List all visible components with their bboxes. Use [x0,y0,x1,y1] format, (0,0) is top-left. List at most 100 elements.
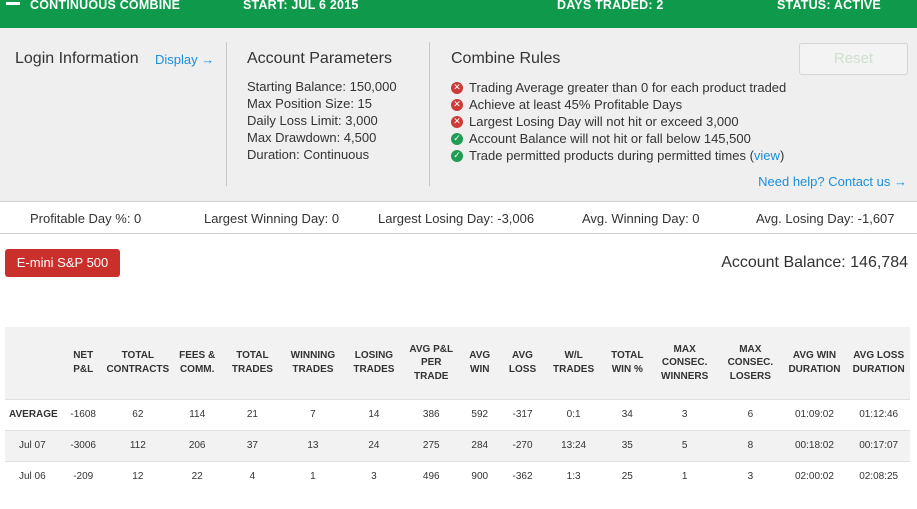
column-header: TOTAL CONTRACTS [106,350,170,375]
table-row: Jul 06 -209 12 22 4 1 3 496 900 -362 1:3… [5,460,910,492]
row-label: AVERAGE [5,398,64,430]
table-cell: 6 [719,398,782,430]
table-cell: 7 [283,398,343,430]
table-cell: 00:17:07 [847,429,910,461]
table-row: Jul 07 -3006 112 206 37 13 24 275 284 -2… [5,429,910,461]
table-cell: 34 [604,398,651,430]
table-cell: 01:09:02 [781,398,848,430]
collapse-icon[interactable] [6,2,20,5]
table-cell: 02:08:25 [847,460,910,492]
combine-title: CONTINUOUS COMBINE [30,0,181,12]
divider [226,42,227,186]
rule-text: Achieve at least 45% Profitable Days [469,97,683,112]
divider [429,42,430,186]
pass-check-icon: ✓ [451,132,463,145]
table-cell: -270 [502,429,543,461]
rule-text: Largest Losing Day will not hit or excee… [469,114,739,129]
fail-x-icon: ✕ [451,115,463,128]
table-cell: -3006 [63,429,104,461]
avg-losing-day: Avg. Losing Day: -1,607 [756,211,895,226]
table-cell: 35 [604,429,651,461]
rule-item: ✓ Trade permitted products during permit… [451,147,786,164]
table-cell: 1 [650,460,720,492]
avg-winning-day: Avg. Winning Day: 0 [582,211,700,226]
table-cell: 1 [283,460,343,492]
table-cell: 3 [650,398,720,430]
table-cell: 62 [103,398,173,430]
column-header: TOTAL TRADES [231,350,273,375]
column-header: W/L TRADES [553,350,595,375]
table-row-average: AVERAGE -1608 62 114 21 7 14 386 592 -31… [5,398,910,430]
table-cell: 284 [457,429,503,461]
contact-help-link[interactable]: Need help? Contact us → [758,174,907,189]
column-header: AVG LOSS DURATION [852,350,905,375]
rule-text: Account Balance will not hit or fall bel… [469,131,751,146]
combine-rules-list: ✕ Trading Average greater than 0 for eac… [451,79,786,164]
table-cell: 592 [457,398,503,430]
login-info-title: Login Information [15,50,139,67]
rule-text-suffix: ) [779,148,785,163]
column-header: AVG LOSS [508,350,537,375]
table-cell: 01:12:46 [847,398,910,430]
pass-check-icon: ✓ [451,149,463,162]
combine-status-bar: CONTINUOUS COMBINE START: JUL 6 2015 DAY… [0,0,917,28]
rule-text: Trading Average greater than 0 for each … [469,80,787,95]
table-cell: 386 [405,398,458,430]
column-header: AVG WIN [469,350,491,375]
start-date: START: JUL 6 2015 [243,0,359,12]
table-cell: 496 [405,460,458,492]
table-cell: 22 [172,460,222,492]
table-cell: -317 [502,398,543,430]
table-cell: 14 [342,398,406,430]
view-products-link[interactable]: view [754,147,780,164]
table-cell: 8 [719,429,782,461]
table-cell: 00:18:02 [781,429,848,461]
table-cell: 112 [103,429,173,461]
performance-table: NET P&L TOTAL CONTRACTS FEES & COMM. TOT… [5,327,910,492]
starting-balance: Starting Balance: 150,000 [247,79,397,94]
account-parameters-title: Account Parameters [247,50,392,67]
table-cell: 13 [283,429,343,461]
column-header [5,327,63,399]
daily-loss-limit: Daily Loss Limit: 3,000 [247,113,378,128]
table-cell: 02:00:02 [781,460,848,492]
table-cell: 0:1 [542,398,605,430]
status-label: STATUS: ACTIVE [777,0,881,12]
row-label: Jul 06 [5,460,64,492]
largest-losing-day: Largest Losing Day: -3,006 [378,211,535,226]
rule-item: ✕ Trading Average greater than 0 for eac… [451,79,786,96]
display-login-link[interactable]: Display → [155,52,214,67]
table-cell: 900 [457,460,503,492]
table-cell: -209 [63,460,104,492]
table-cell: 25 [604,460,651,492]
table-cell: -1608 [63,398,104,430]
rule-text: Trade permitted products during permitte… [469,148,754,163]
column-header: MAX CONSEC. LOSERS [727,343,774,382]
column-header: MAX CONSEC. WINNERS [661,343,709,382]
account-parameters-list: Starting Balance: 150,000 Max Position S… [247,78,397,163]
duration: Duration: Continuous [247,147,370,162]
table-cell: 12 [103,460,173,492]
column-header: TOTAL WIN % [611,350,644,375]
fail-x-icon: ✕ [451,81,463,94]
largest-winning-day: Largest Winning Day: 0 [204,211,340,226]
reset-button[interactable]: Reset [799,43,908,75]
account-balance: Account Balance: 146,784 [721,254,908,271]
column-header: WINNING TRADES [290,350,336,375]
column-header: LOSING TRADES [353,350,395,375]
row-label: Jul 07 [5,429,64,461]
summary-stats: Profitable Day %: 0 Largest Winning Day:… [0,203,917,234]
table-cell: 3 [342,460,406,492]
table-cell: 4 [221,460,284,492]
table-cell: 37 [221,429,284,461]
table-cell: 13:24 [542,429,605,461]
table-cell: -362 [502,460,543,492]
product-tab-emini-sp500[interactable]: E-mini S&P 500 [5,249,120,277]
info-panel: Login Information Display → Account Para… [0,28,917,202]
performance-table-wrapper: NET P&L TOTAL CONTRACTS FEES & COMM. TOT… [5,327,910,492]
table-cell: 3 [719,460,782,492]
table-header-row: NET P&L TOTAL CONTRACTS FEES & COMM. TOT… [5,327,910,399]
column-header: FEES & COMM. [179,350,216,375]
table-cell: 206 [172,429,222,461]
combine-rules-title: Combine Rules [451,50,561,67]
